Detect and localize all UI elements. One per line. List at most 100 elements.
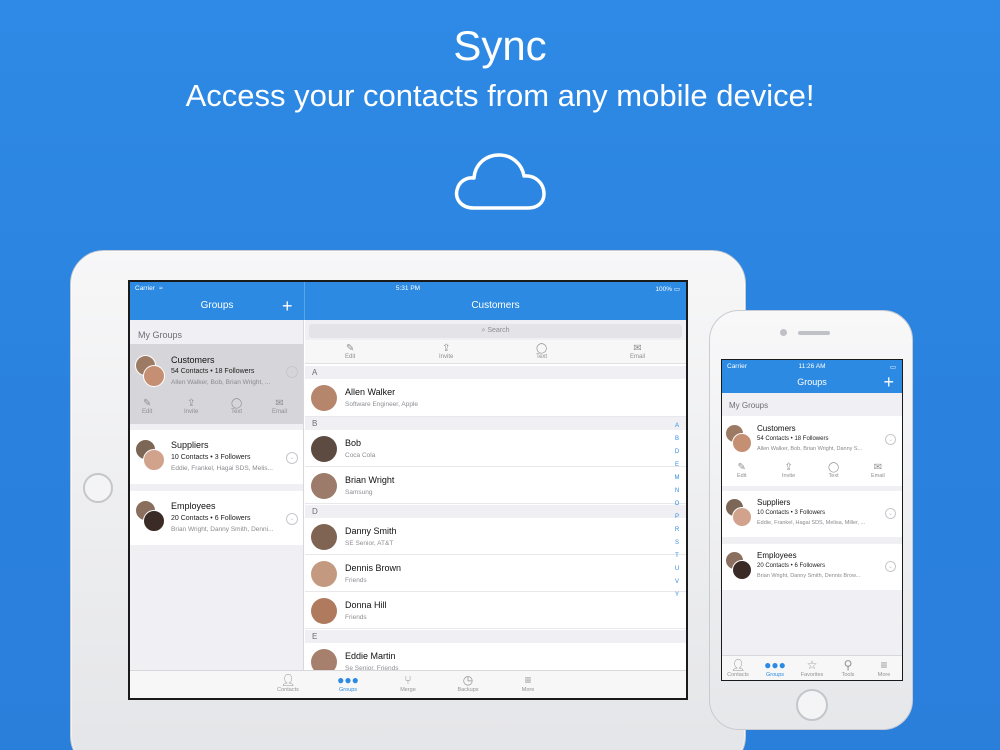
chevron-down-icon[interactable]: ⌄	[885, 508, 896, 519]
contact-subtitle: SE Senior, AT&T	[345, 540, 394, 547]
contact-row[interactable]: Danny Smith SE Senior, AT&T	[305, 518, 686, 555]
section-letter-d: D	[305, 505, 686, 518]
battery-percent: 100%	[655, 286, 673, 293]
status-battery: 100% ▭	[655, 285, 680, 293]
chevron-down-icon[interactable]: ⌄	[885, 434, 896, 445]
section-letter-a: A	[305, 366, 686, 379]
tab-backups[interactable]: ◷ Backups	[448, 673, 488, 694]
text-button[interactable]: ◯ Text	[536, 343, 547, 360]
add-group-button[interactable]: +	[883, 373, 894, 391]
group-actions: ✎ Edit ⇪ Invite ◯ Text ✉ Email	[722, 462, 902, 484]
group-employees[interactable]: Employees 20 Contacts • 6 Followers Bria…	[130, 491, 303, 545]
contact-row[interactable]: Donna Hill Friends	[305, 592, 686, 629]
chat-bubble-icon: ◯	[828, 462, 840, 473]
iphone-status-bar: Carrier 11:26 AM ▭	[722, 360, 902, 374]
group-avatar	[135, 439, 167, 473]
chevron-down-icon[interactable]: ⌄	[286, 366, 298, 378]
email-button[interactable]: ✉ Email	[630, 343, 645, 360]
tab-label: More	[521, 687, 535, 693]
group-meta: 54 Contacts • 18 Followers	[757, 436, 829, 442]
tab-groups[interactable]: ●●● Groups	[328, 674, 368, 694]
avatar	[311, 524, 337, 550]
index-letter[interactable]: T	[673, 550, 681, 563]
index-letter[interactable]: N	[673, 485, 681, 498]
status-time: 11:26 AM	[798, 363, 826, 370]
envelope-icon: ✉	[633, 343, 642, 354]
email-button[interactable]: ✉ Email	[871, 462, 885, 479]
tab-label: Tools	[841, 672, 855, 678]
index-letter[interactable]: E	[673, 459, 681, 472]
invite-button[interactable]: ⇪ Invite	[782, 462, 795, 479]
tab-more[interactable]: ≡ More	[508, 674, 548, 694]
index-letter[interactable]: R	[673, 524, 681, 537]
contact-row[interactable]: Allen Walker Software Engineer, Apple	[305, 379, 686, 417]
group-suppliers[interactable]: Suppliers 10 Contacts • 3 Followers Eddi…	[130, 430, 303, 484]
section-index[interactable]: A B D E M N O P R S T U V Y	[673, 420, 681, 602]
invite-button[interactable]: ⇪ Invite	[439, 343, 453, 360]
group-avatar	[725, 424, 755, 454]
tab-merge[interactable]: ⑂ Merge	[388, 674, 428, 694]
right-nav-title: Customers	[471, 300, 520, 311]
add-group-button[interactable]: +	[282, 297, 293, 315]
edit-button[interactable]: ✎ Edit	[142, 398, 152, 415]
chevron-down-icon[interactable]: ⌄	[286, 513, 298, 525]
contact-row[interactable]: Bob Coca Cola	[305, 430, 686, 467]
index-letter[interactable]: P	[673, 511, 681, 524]
group-name: Customers	[171, 355, 215, 365]
group-employees[interactable]: Employees 20 Contacts • 6 Followers Bria…	[722, 544, 902, 590]
section-letter-b: B	[305, 417, 686, 430]
index-letter[interactable]: U	[673, 563, 681, 576]
contact-row[interactable]: Brian Wright Samsung	[305, 467, 686, 504]
tab-label: Contacts	[727, 672, 749, 678]
tab-contacts[interactable]: 👤︎ Contacts	[268, 674, 308, 694]
group-suppliers[interactable]: Suppliers 10 Contacts • 3 Followers Eddi…	[722, 491, 902, 537]
tab-tools[interactable]: ⚲ Tools	[829, 659, 867, 679]
chevron-down-icon[interactable]: ⌄	[286, 452, 298, 464]
index-letter[interactable]: M	[673, 472, 681, 485]
group-name: Customers	[757, 424, 796, 433]
contact-name: Donna Hill	[345, 600, 387, 610]
index-letter[interactable]: D	[673, 446, 681, 459]
index-letter[interactable]: Y	[673, 589, 681, 602]
index-letter[interactable]: V	[673, 576, 681, 589]
camera	[780, 329, 787, 336]
iphone-home-button	[796, 689, 828, 721]
chevron-down-icon[interactable]: ⌄	[885, 561, 896, 572]
contact-subtitle: Friends	[345, 614, 367, 621]
search-input[interactable]: ⌕ Search	[309, 324, 682, 338]
index-letter[interactable]: S	[673, 537, 681, 550]
group-name: Employees	[757, 551, 797, 560]
ipad-nav-bar: Carrier ≈ 5:31 PM 100% ▭ Groups + Custom…	[130, 282, 686, 320]
text-button[interactable]: ◯ Text	[828, 462, 839, 479]
star-icon: ☆	[806, 658, 818, 672]
edit-button[interactable]: ✎ Edit	[345, 343, 355, 360]
contact-name: Brian Wright	[345, 475, 395, 485]
envelope-icon: ✉	[275, 398, 284, 409]
contact-name: Dennis Brown	[345, 563, 402, 573]
text-button[interactable]: ◯ Text	[231, 398, 242, 415]
people-icon: ●●●	[764, 658, 786, 672]
tab-favorites[interactable]: ☆ Favorites	[793, 658, 831, 679]
index-letter[interactable]: A	[673, 420, 681, 433]
contact-subtitle: Friends	[345, 577, 367, 584]
clock-icon: ◷	[462, 673, 474, 687]
contact-row[interactable]: Dennis Brown Friends	[305, 555, 686, 592]
invite-button[interactable]: ⇪ Invite	[184, 398, 198, 415]
tab-groups[interactable]: ●●● Groups	[756, 658, 794, 679]
edit-button[interactable]: ✎ Edit	[737, 462, 746, 479]
pencil-icon: ✎	[142, 398, 152, 409]
index-letter[interactable]: B	[673, 433, 681, 446]
group-customers[interactable]: Customers 54 Contacts • 18 Followers All…	[130, 344, 303, 424]
tab-contacts[interactable]: 👤︎ Contacts	[722, 659, 757, 679]
email-button[interactable]: ✉ Email	[272, 398, 287, 415]
speaker	[798, 331, 830, 335]
ipad-tab-bar: 👤︎ Contacts ●●● Groups ⑂ Merge ◷ Backups ≡ Mo…	[130, 670, 686, 698]
battery-icon: ▭	[673, 286, 680, 293]
index-letter[interactable]: O	[673, 498, 681, 511]
group-meta: 20 Contacts • 6 Followers	[171, 515, 251, 522]
tab-more[interactable]: ≡ More	[865, 659, 902, 679]
tab-label: Groups	[765, 672, 785, 678]
group-customers[interactable]: Customers 54 Contacts • 18 Followers All…	[722, 416, 902, 486]
group-meta: 20 Contacts • 6 Followers	[757, 563, 826, 569]
search-placeholder: Search	[487, 327, 510, 334]
